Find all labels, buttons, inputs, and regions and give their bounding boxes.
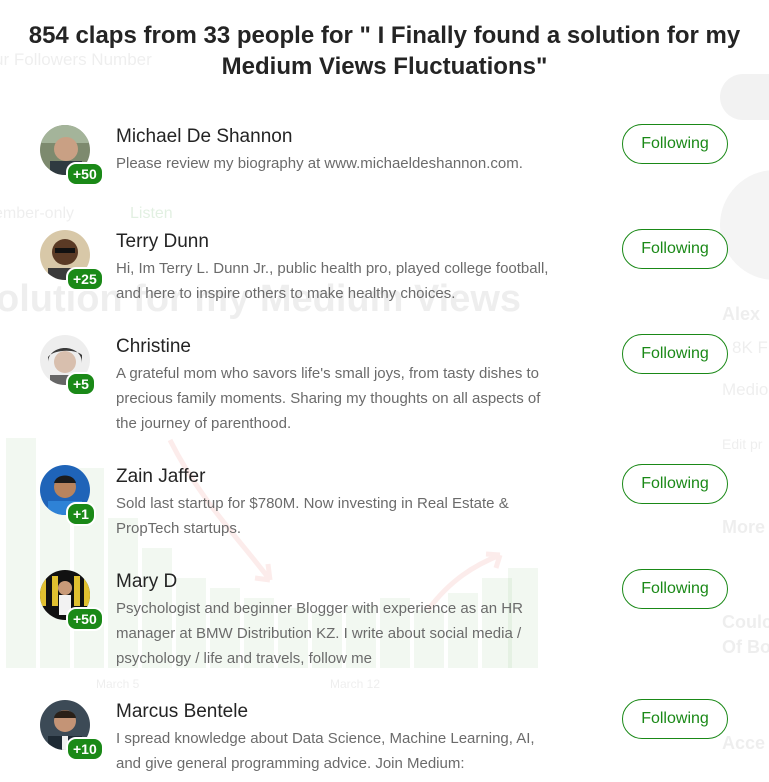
- avatar[interactable]: +1: [40, 465, 96, 526]
- avatar[interactable]: +5: [40, 335, 96, 396]
- claps-modal: 854 claps from 33 people for " I Finally…: [0, 0, 769, 782]
- avatar[interactable]: +25: [40, 230, 104, 291]
- avatar[interactable]: +50: [40, 125, 104, 186]
- following-button[interactable]: Following: [622, 569, 728, 609]
- person-bio: Psychologist and beginner Blogger with e…: [116, 600, 523, 667]
- clap-count-badge: +5: [66, 372, 96, 396]
- person-bio: A grateful mom who savors life's small j…: [116, 365, 541, 432]
- page: ur Followers Number ember-only Listen ol…: [0, 0, 769, 782]
- clap-count-badge: +25: [66, 267, 104, 291]
- person-bio: I spread knowledge about Data Science, M…: [116, 730, 535, 772]
- person-name[interactable]: Terry Dunn: [116, 230, 209, 254]
- following-button[interactable]: Following: [622, 124, 728, 164]
- avatar[interactable]: +10: [40, 700, 104, 761]
- person-bio: Please review my biography at www.michae…: [116, 155, 523, 172]
- clap-count-badge: +10: [66, 737, 104, 761]
- following-button[interactable]: Following: [622, 229, 728, 269]
- person-name[interactable]: Christine: [116, 335, 191, 359]
- following-button[interactable]: Following: [622, 464, 728, 504]
- following-button[interactable]: Following: [622, 699, 728, 739]
- person-name[interactable]: Mary D: [116, 570, 177, 594]
- list-item: +25 Terry Dunn Hi, Im Terry L. Dunn Jr.,…: [40, 229, 740, 310]
- clap-count-badge: +50: [66, 162, 104, 186]
- person-name[interactable]: Marcus Bentele: [116, 700, 248, 724]
- list-item: +50 Mary D Psychologist and beginner Blo…: [40, 569, 740, 675]
- list-item: +5 Christine A grateful mom who savors l…: [40, 334, 740, 440]
- modal-title: 854 claps from 33 people for " I Finally…: [28, 22, 741, 80]
- person-bio: Hi, Im Terry L. Dunn Jr., public health …: [116, 260, 549, 302]
- person-name[interactable]: Zain Jaffer: [116, 465, 205, 489]
- following-button[interactable]: Following: [622, 334, 728, 374]
- list-item: +1 Zain Jaffer Sold last startup for $78…: [40, 464, 740, 537]
- list-item: +50 Michael De Shannon Please review my …: [40, 124, 740, 186]
- clap-count-badge: +50: [66, 607, 104, 631]
- avatar[interactable]: +50: [40, 570, 104, 631]
- list-item: +10 Marcus Bentele I spread knowledge ab…: [40, 699, 740, 782]
- person-bio: Sold last startup for $780M. Now investi…: [116, 495, 509, 537]
- clap-count-badge: +1: [66, 502, 96, 526]
- person-name[interactable]: Michael De Shannon: [116, 125, 292, 149]
